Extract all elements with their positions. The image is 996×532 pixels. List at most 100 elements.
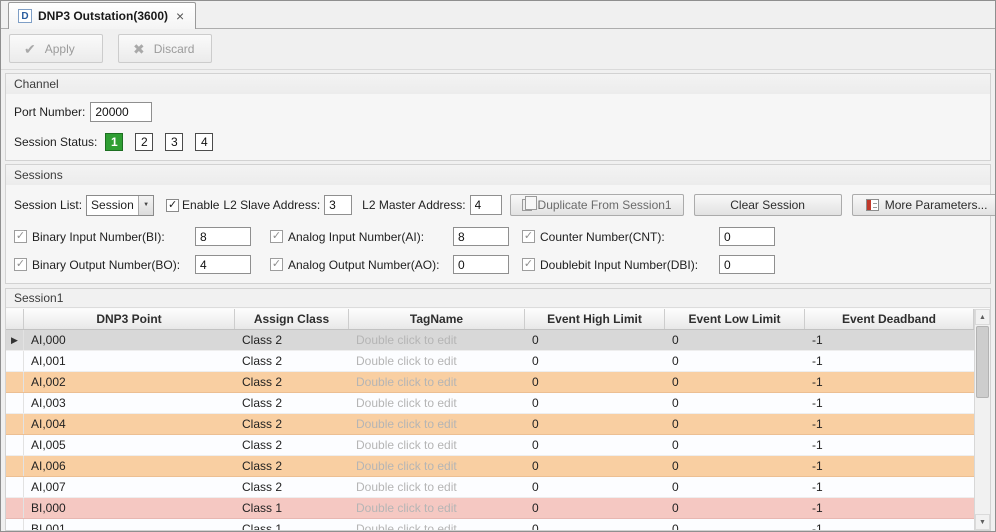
cell-assign-class[interactable]: Class 1 xyxy=(235,519,349,530)
counter-checkbox[interactable]: ✓ xyxy=(522,230,535,243)
cell-event-high-limit[interactable]: 0 xyxy=(525,330,665,350)
apply-button[interactable]: ✔ Apply xyxy=(9,34,103,63)
cell-event-low-limit[interactable]: 0 xyxy=(665,519,805,530)
cell-event-high-limit[interactable]: 0 xyxy=(525,372,665,392)
cell-assign-class[interactable]: Class 2 xyxy=(235,351,349,371)
table-row[interactable]: AI,005Class 2Double click to edit00-1 xyxy=(6,435,974,456)
cell-event-deadband[interactable]: -1 xyxy=(805,330,974,350)
cell-dnp3-point[interactable]: BI,000 xyxy=(24,498,235,518)
cell-event-high-limit[interactable]: 0 xyxy=(525,414,665,434)
cell-dnp3-point[interactable]: AI,004 xyxy=(24,414,235,434)
counter-checkbox[interactable]: ✓ xyxy=(14,258,27,271)
cell-event-low-limit[interactable]: 0 xyxy=(665,477,805,497)
counter-checkbox[interactable]: ✓ xyxy=(14,230,27,243)
cell-tagname[interactable]: Double click to edit xyxy=(349,351,525,371)
scroll-down-icon[interactable]: ▼ xyxy=(975,514,990,530)
cell-tagname[interactable]: Double click to edit xyxy=(349,435,525,455)
cell-dnp3-point[interactable]: AI,003 xyxy=(24,393,235,413)
counter-input[interactable] xyxy=(195,227,251,246)
cell-assign-class[interactable]: Class 2 xyxy=(235,477,349,497)
cell-dnp3-point[interactable]: AI,002 xyxy=(24,372,235,392)
cell-tagname[interactable]: Double click to edit xyxy=(349,414,525,434)
session-list-dropdown[interactable]: Session 1 ▼ xyxy=(86,195,154,216)
counter-input[interactable] xyxy=(453,255,509,274)
counter-checkbox[interactable]: ✓ xyxy=(270,258,283,271)
column-header-assign-class[interactable]: Assign Class xyxy=(235,309,349,329)
cell-event-high-limit[interactable]: 0 xyxy=(525,393,665,413)
cell-dnp3-point[interactable]: AI,007 xyxy=(24,477,235,497)
vertical-scrollbar[interactable]: ▲ ▼ xyxy=(974,309,990,530)
cell-assign-class[interactable]: Class 2 xyxy=(235,330,349,350)
enable-checkbox[interactable]: ✓ xyxy=(166,199,179,212)
cell-event-deadband[interactable]: -1 xyxy=(805,351,974,371)
cell-tagname[interactable]: Double click to edit xyxy=(349,330,525,350)
cell-tagname[interactable]: Double click to edit xyxy=(349,498,525,518)
cell-event-high-limit[interactable]: 0 xyxy=(525,519,665,530)
cell-event-low-limit[interactable]: 0 xyxy=(665,435,805,455)
cell-event-high-limit[interactable]: 0 xyxy=(525,435,665,455)
scrollbar-thumb[interactable] xyxy=(976,326,989,398)
cell-event-deadband[interactable]: -1 xyxy=(805,393,974,413)
table-row[interactable]: BI,001Class 1Double click to edit00-1 xyxy=(6,519,974,530)
cell-event-low-limit[interactable]: 0 xyxy=(665,414,805,434)
cell-dnp3-point[interactable]: AI,005 xyxy=(24,435,235,455)
column-header-tagname[interactable]: TagName xyxy=(349,309,525,329)
clear-session-button[interactable]: Clear Session xyxy=(694,194,842,216)
table-row[interactable]: AI,004Class 2Double click to edit00-1 xyxy=(6,414,974,435)
table-row[interactable]: BI,000Class 1Double click to edit00-1 xyxy=(6,498,974,519)
cell-event-low-limit[interactable]: 0 xyxy=(665,351,805,371)
cell-event-low-limit[interactable]: 0 xyxy=(665,330,805,350)
counter-checkbox[interactable]: ✓ xyxy=(270,230,283,243)
cell-event-high-limit[interactable]: 0 xyxy=(525,498,665,518)
cell-tagname[interactable]: Double click to edit xyxy=(349,456,525,476)
tab-close-icon[interactable]: × xyxy=(174,9,186,23)
cell-event-deadband[interactable]: -1 xyxy=(805,372,974,392)
l2-slave-address-input[interactable] xyxy=(324,195,352,215)
cell-dnp3-point[interactable]: BI,001 xyxy=(24,519,235,530)
port-number-input[interactable] xyxy=(90,102,152,122)
cell-tagname[interactable]: Double click to edit xyxy=(349,477,525,497)
duplicate-from-session-button[interactable]: Duplicate From Session1 xyxy=(510,194,684,216)
scroll-up-icon[interactable]: ▲ xyxy=(975,309,990,325)
counter-input[interactable] xyxy=(195,255,251,274)
tab-dnp3-outstation[interactable]: D DNP3 Outstation(3600) × xyxy=(8,2,196,29)
counter-input[interactable] xyxy=(719,255,775,274)
table-row[interactable]: AI,003Class 2Double click to edit00-1 xyxy=(6,393,974,414)
table-row[interactable]: AI,002Class 2Double click to edit00-1 xyxy=(6,372,974,393)
cell-tagname[interactable]: Double click to edit xyxy=(349,372,525,392)
cell-assign-class[interactable]: Class 2 xyxy=(235,393,349,413)
column-header-event-high-limit[interactable]: Event High Limit xyxy=(525,309,665,329)
session-status-2[interactable]: 2 xyxy=(135,133,153,151)
cell-event-deadband[interactable]: -1 xyxy=(805,435,974,455)
cell-dnp3-point[interactable]: AI,000 xyxy=(24,330,235,350)
session-status-1[interactable]: 1 xyxy=(105,133,123,151)
cell-assign-class[interactable]: Class 2 xyxy=(235,414,349,434)
table-row[interactable]: ▶AI,000Class 2Double click to edit00-1 xyxy=(6,330,974,351)
cell-assign-class[interactable]: Class 1 xyxy=(235,498,349,518)
cell-tagname[interactable]: Double click to edit xyxy=(349,393,525,413)
cell-event-deadband[interactable]: -1 xyxy=(805,477,974,497)
table-row[interactable]: AI,007Class 2Double click to edit00-1 xyxy=(6,477,974,498)
cell-event-deadband[interactable]: -1 xyxy=(805,498,974,518)
cell-assign-class[interactable]: Class 2 xyxy=(235,456,349,476)
column-header-event-low-limit[interactable]: Event Low Limit xyxy=(665,309,805,329)
column-header-event-deadband[interactable]: Event Deadband xyxy=(805,309,974,329)
cell-event-deadband[interactable]: -1 xyxy=(805,414,974,434)
cell-event-low-limit[interactable]: 0 xyxy=(665,372,805,392)
l2-master-address-input[interactable] xyxy=(470,195,502,215)
more-parameters-button[interactable]: More Parameters... xyxy=(852,194,996,216)
cell-event-high-limit[interactable]: 0 xyxy=(525,477,665,497)
cell-dnp3-point[interactable]: AI,006 xyxy=(24,456,235,476)
session-status-4[interactable]: 4 xyxy=(195,133,213,151)
cell-dnp3-point[interactable]: AI,001 xyxy=(24,351,235,371)
cell-event-low-limit[interactable]: 0 xyxy=(665,393,805,413)
session-status-3[interactable]: 3 xyxy=(165,133,183,151)
discard-button[interactable]: ✖ Discard xyxy=(118,34,212,63)
cell-assign-class[interactable]: Class 2 xyxy=(235,435,349,455)
cell-event-high-limit[interactable]: 0 xyxy=(525,351,665,371)
cell-assign-class[interactable]: Class 2 xyxy=(235,372,349,392)
column-header-dnp3-point[interactable]: DNP3 Point xyxy=(24,309,235,329)
table-row[interactable]: AI,001Class 2Double click to edit00-1 xyxy=(6,351,974,372)
cell-event-low-limit[interactable]: 0 xyxy=(665,498,805,518)
cell-tagname[interactable]: Double click to edit xyxy=(349,519,525,530)
